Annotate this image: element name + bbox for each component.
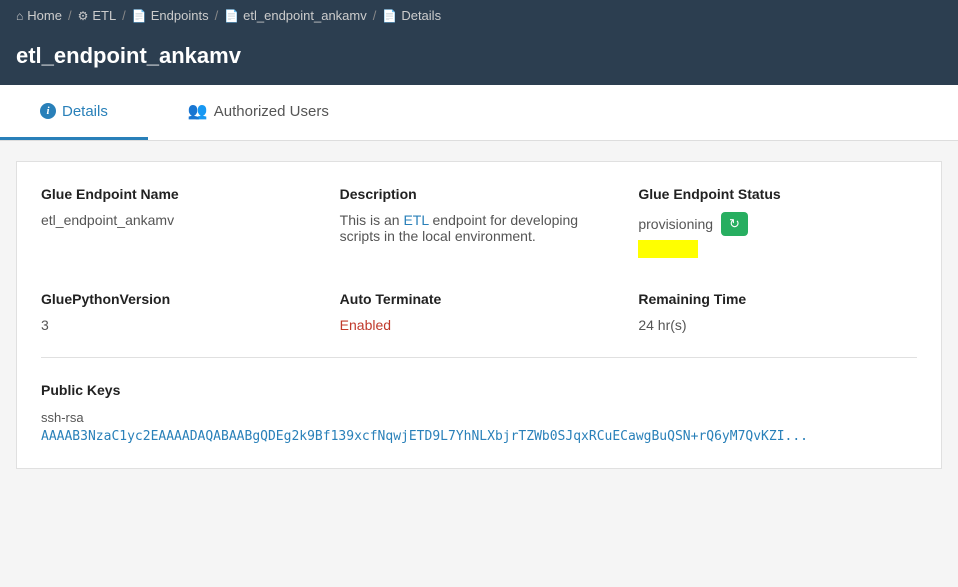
info-icon: i: [40, 103, 56, 119]
details-icon: 📄: [382, 9, 397, 23]
description-etl-link[interactable]: ETL: [403, 212, 428, 228]
auto-terminate-value: Enabled: [340, 317, 619, 333]
etl-icon: ⚙: [78, 9, 89, 23]
description-item: Description This is an ETL endpoint for …: [340, 186, 619, 261]
breadcrumb-separator-1: /: [68, 8, 72, 23]
python-version-item: GluePythonVersion 3: [41, 291, 320, 333]
description-label: Description: [340, 186, 619, 202]
highlight-yellow: [638, 240, 698, 258]
remaining-time-item: Remaining Time 24 hr(s): [638, 291, 917, 333]
content-panel: Glue Endpoint Name etl_endpoint_ankamv D…: [16, 161, 942, 469]
endpoint-name-item: Glue Endpoint Name etl_endpoint_ankamv: [41, 186, 320, 261]
remaining-time-label: Remaining Time: [638, 291, 917, 307]
key-type: ssh-rsa: [41, 410, 917, 425]
main-content: i Details 👥 Authorized Users Glue Endpoi…: [0, 85, 958, 509]
home-icon: ⌂: [16, 9, 23, 23]
status-label: Glue Endpoint Status: [638, 186, 917, 202]
breadcrumb-endpoint-name[interactable]: etl_endpoint_ankamv: [243, 8, 367, 23]
breadcrumb-endpoints[interactable]: Endpoints: [151, 8, 209, 23]
page-title-bar: etl_endpoint_ankamv: [0, 31, 958, 85]
breadcrumb-home[interactable]: Home: [27, 8, 62, 23]
breadcrumb-separator-2: /: [122, 8, 126, 23]
breadcrumb-etl[interactable]: ETL: [92, 8, 116, 23]
python-version-value: 3: [41, 317, 320, 333]
auto-terminate-item: Auto Terminate Enabled: [340, 291, 619, 333]
description-value: This is an ETL endpoint for developing s…: [340, 212, 619, 244]
tabs-container: i Details 👥 Authorized Users: [0, 85, 958, 141]
users-icon: 👥: [188, 101, 208, 121]
section-divider: [41, 357, 917, 358]
tab-authorized-users-label: Authorized Users: [214, 103, 329, 120]
refresh-button[interactable]: ↻: [721, 212, 748, 236]
description-text-1: This is an: [340, 212, 404, 228]
endpoint-name-label: Glue Endpoint Name: [41, 186, 320, 202]
public-keys-section: Public Keys ssh-rsa AAAAB3NzaC1yc2EAAAAD…: [41, 382, 917, 444]
python-version-label: GluePythonVersion: [41, 291, 320, 307]
key-value: AAAAB3NzaC1yc2EAAAADAQABAABgQDEg2k9Bf139…: [41, 429, 917, 444]
status-row: provisioning ↻: [638, 212, 917, 236]
breadcrumb-separator-3: /: [215, 8, 219, 23]
tab-details-label: Details: [62, 103, 108, 120]
file-icon: 📄: [224, 9, 239, 23]
details-grid: Glue Endpoint Name etl_endpoint_ankamv D…: [41, 186, 917, 333]
status-value-row: provisioning ↻: [638, 212, 917, 261]
tab-details[interactable]: i Details: [0, 85, 148, 140]
breadcrumb-separator-4: /: [373, 8, 377, 23]
status-text: provisioning: [638, 216, 713, 232]
page-title: etl_endpoint_ankamv: [16, 43, 241, 68]
endpoint-name-value: etl_endpoint_ankamv: [41, 212, 320, 228]
public-keys-label: Public Keys: [41, 382, 917, 398]
endpoints-icon: 📄: [132, 9, 147, 23]
public-key-entry: ssh-rsa AAAAB3NzaC1yc2EAAAADAQABAABgQDEg…: [41, 410, 917, 444]
breadcrumb-details: Details: [401, 8, 441, 23]
auto-terminate-label: Auto Terminate: [340, 291, 619, 307]
remaining-time-value: 24 hr(s): [638, 317, 917, 333]
status-item: Glue Endpoint Status provisioning ↻: [638, 186, 917, 261]
breadcrumb-bar: ⌂ Home / ⚙ ETL / 📄 Endpoints / 📄 etl_end…: [0, 0, 958, 31]
tab-authorized-users[interactable]: 👥 Authorized Users: [148, 85, 369, 140]
